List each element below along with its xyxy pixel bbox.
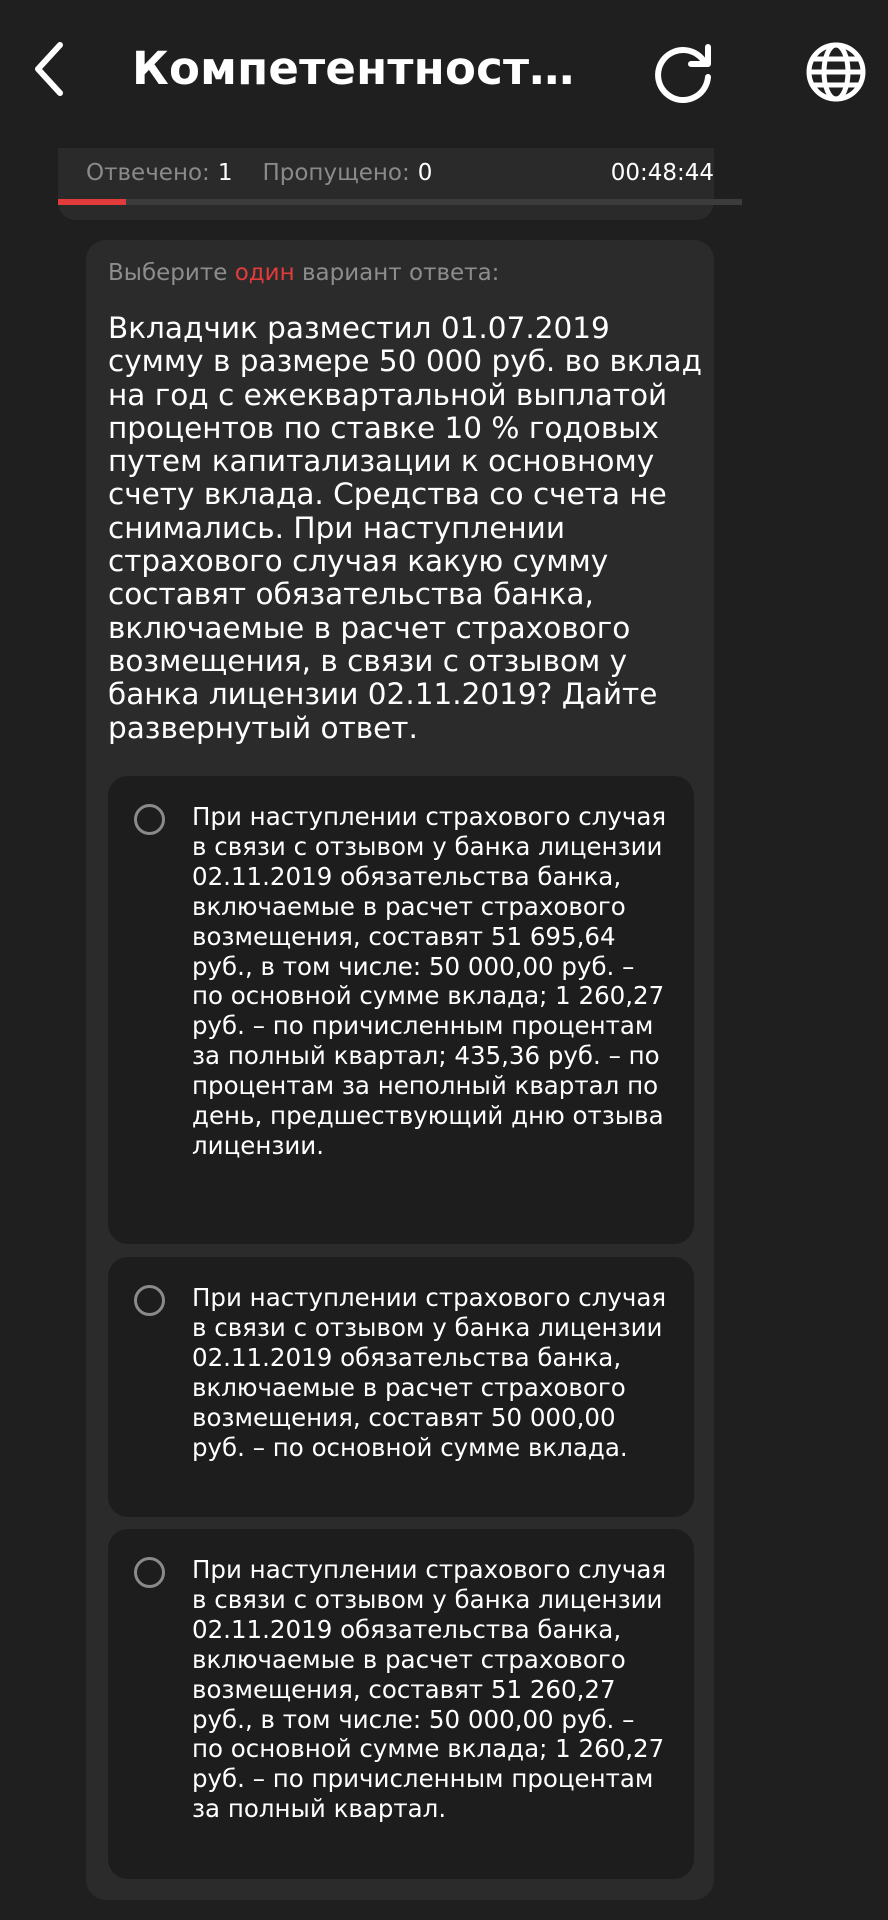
progress-stats: Отвечено: 1 Пропущено: 0 xyxy=(86,156,432,190)
radio-button[interactable] xyxy=(134,1285,165,1316)
top-bar: Компетентностны... xyxy=(0,0,888,140)
instruction-text-after: вариант ответа: xyxy=(294,260,500,286)
answer-option-text: При наступлении страхового случая в связ… xyxy=(192,802,667,1160)
instruction-accent: один xyxy=(234,260,295,286)
question-text: Вкладчик разместил 01.07.2019 сумму в ра… xyxy=(108,311,703,745)
answer-instruction: Выберите один вариант ответа: xyxy=(108,256,499,290)
page-title: Компетентностны... xyxy=(132,42,602,95)
answer-option-1[interactable]: При наступлении страхового случая в связ… xyxy=(108,776,694,1244)
answered-count: 1 xyxy=(217,160,233,186)
instruction-text-before: Выберите xyxy=(108,260,235,286)
answer-option-text: При наступлении страхового случая в связ… xyxy=(192,1555,667,1824)
answer-option-2[interactable]: При наступлении страхового случая в связ… xyxy=(108,1257,694,1517)
refresh-button[interactable] xyxy=(648,36,720,108)
chevron-left-icon xyxy=(35,42,63,96)
answer-option-3[interactable]: При наступлении страхового случая в связ… xyxy=(108,1529,694,1879)
progress-bar-track xyxy=(58,199,742,205)
timer: 00:48:44 xyxy=(610,160,714,186)
radio-button[interactable] xyxy=(134,804,165,835)
globe-icon xyxy=(806,42,866,102)
radio-button[interactable] xyxy=(134,1557,165,1588)
back-button[interactable] xyxy=(22,34,78,104)
answer-option-text: При наступлении страхового случая в связ… xyxy=(192,1283,667,1462)
skipped-count: 0 xyxy=(417,160,433,186)
progress-bar-fill xyxy=(58,199,127,205)
refresh-icon xyxy=(655,44,711,104)
skipped-label: Пропущено: xyxy=(262,160,410,186)
language-button[interactable] xyxy=(800,36,872,108)
answered-label: Отвечено: xyxy=(86,160,210,186)
